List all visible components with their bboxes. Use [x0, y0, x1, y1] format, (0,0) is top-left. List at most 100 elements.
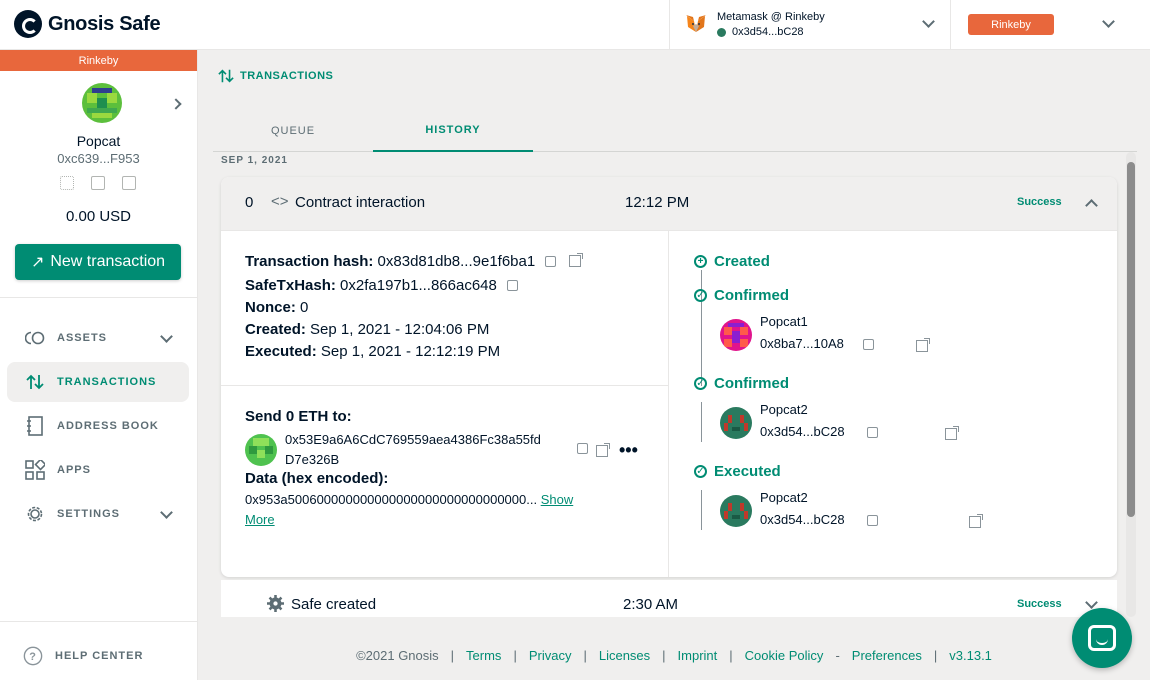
external-link-icon[interactable] [916, 338, 931, 352]
owner-avatar [720, 495, 752, 527]
external-link-icon[interactable] [568, 253, 583, 267]
sidebar-item-label: ASSETS [57, 332, 108, 344]
timeline-connector [701, 402, 702, 442]
separator: | [729, 648, 733, 663]
sidebar-item-address-book[interactable]: ADDRESS BOOK [7, 406, 189, 446]
sidebar-item-label: TRANSACTIONS [57, 376, 157, 388]
top-bar: Gnosis Safe Metamask @ Rinkeby 0x3d54...… [0, 0, 1150, 50]
external-link-icon[interactable] [122, 176, 136, 190]
separator: | [933, 648, 938, 663]
chevron-up-icon[interactable] [1085, 199, 1098, 212]
data-label: Data (hex encoded): [245, 470, 389, 487]
qr-code-icon[interactable] [60, 176, 74, 190]
scrollbar-thumb[interactable] [1127, 162, 1135, 517]
timeline-step-title: Executed [714, 463, 781, 480]
chevron-down-icon [160, 330, 173, 343]
recipient-address-line2: D7e326B [285, 452, 340, 467]
recipient-avatar [245, 434, 277, 466]
sidebar-item-label: SETTINGS [57, 508, 121, 520]
safe-name: Popcat [76, 133, 121, 149]
sidebar-item-assets[interactable]: ASSETS [7, 318, 189, 358]
transaction-summary-row[interactable]: 0 <> Contract interaction 12:12 PM Succe… [221, 177, 1117, 231]
copy-icon[interactable] [91, 176, 105, 190]
owner-name: Popcat1 [760, 314, 808, 329]
check-circle-icon: ✓ [694, 377, 707, 390]
owner-name: Popcat2 [760, 402, 808, 417]
chat-support-button[interactable] [1072, 608, 1132, 668]
tx-status: Success [1017, 196, 1062, 208]
copy-icon[interactable] [867, 427, 878, 438]
recipient-address-line1: 0x53E9a6A6CdC769559aea4386Fc38a55fd [285, 432, 541, 447]
copy-icon[interactable] [863, 339, 874, 350]
timeline-step-title: Confirmed [714, 375, 789, 392]
plus-circle-icon: + [694, 255, 707, 268]
footer-link-terms[interactable]: Terms [466, 648, 501, 663]
tab-bar: QUEUE HISTORY [213, 109, 1137, 152]
safe-avatar [82, 83, 122, 123]
column-divider [668, 231, 669, 577]
show-more-link[interactable]: Show [541, 492, 574, 507]
tx-type: Contract interaction [295, 194, 426, 211]
footer-link-preferences[interactable]: Preferences [852, 648, 922, 663]
copy-icon[interactable] [545, 256, 557, 267]
brand-logo[interactable]: Gnosis Safe [14, 10, 161, 38]
send-label: Send 0 ETH to: [245, 408, 352, 425]
timeline-connector [701, 490, 702, 530]
timeline-step-confirmed: ✓ Confirmed [694, 287, 789, 304]
footer-link-imprint[interactable]: Imprint [678, 648, 718, 663]
row-divider [221, 385, 668, 386]
copy-icon[interactable] [867, 515, 878, 526]
sidebar-item-label: APPS [57, 464, 91, 476]
check-circle-icon: ✓ [694, 465, 707, 478]
tx-nonce: 0 [245, 194, 254, 211]
recipient-address: 0x53E9a6A6CdC769559aea4386Fc38a55fd D7e3… [285, 430, 575, 470]
sidebar-item-transactions[interactable]: TRANSACTIONS [7, 362, 189, 402]
executed-row: Executed: Sep 1, 2021 - 12:12:19 PM [245, 341, 655, 363]
copy-icon[interactable] [577, 443, 588, 454]
footer-link-licenses[interactable]: Licenses [599, 648, 650, 663]
help-icon: ? [23, 646, 43, 666]
sidebar-item-apps[interactable]: APPS [7, 450, 189, 490]
show-more-link-tail[interactable]: More [245, 512, 275, 527]
tx-type: Safe created [291, 596, 377, 613]
footer-link-privacy[interactable]: Privacy [529, 648, 572, 663]
footer-link-cookie-policy[interactable]: Cookie Policy [745, 648, 824, 663]
sidebar-item-label: ADDRESS BOOK [57, 420, 159, 432]
divider [0, 621, 197, 622]
code-icon: <> [271, 193, 289, 210]
wallet-address: 0x3d54...bC28 [732, 26, 804, 38]
created-label: Created: [245, 321, 306, 338]
owner-avatar [720, 407, 752, 439]
network-badge[interactable]: Rinkeby [968, 14, 1054, 35]
external-link-icon[interactable] [944, 426, 959, 440]
tx-time: 12:12 PM [625, 194, 690, 211]
check-circle-icon: ✓ [694, 289, 707, 302]
new-transaction-button[interactable]: ↗ New transaction [15, 244, 181, 280]
date-group-label: SEP 1, 2021 [221, 155, 288, 166]
help-center-link[interactable]: ? HELP CENTER [7, 636, 189, 676]
external-link-icon[interactable] [969, 514, 984, 528]
tab-queue[interactable]: QUEUE [213, 109, 373, 152]
page-title-text: TRANSACTIONS [240, 70, 334, 82]
chevron-down-icon[interactable] [922, 15, 935, 28]
external-link-icon[interactable] [596, 443, 610, 457]
transactions-icon [218, 69, 234, 83]
timeline-step-title: Created [714, 253, 770, 270]
transaction-summary-row[interactable]: Safe created 2:30 AM Success [221, 580, 1117, 620]
copy-icon[interactable] [507, 280, 519, 291]
timeline-step-title: Confirmed [714, 287, 789, 304]
transaction-card-expanded: 0 <> Contract interaction 12:12 PM Succe… [221, 177, 1117, 577]
safe-balance: 0.00 USD [65, 208, 132, 225]
version-link[interactable]: v3.13.1 [949, 648, 992, 663]
more-options-icon[interactable]: ••• [619, 441, 638, 459]
wallet-selector[interactable]: Metamask @ Rinkeby 0x3d54...bC28 [669, 0, 951, 50]
chevron-right-icon[interactable] [170, 98, 182, 110]
help-center-label: HELP CENTER [55, 650, 144, 662]
chevron-down-icon[interactable] [1102, 15, 1115, 28]
chevron-down-icon[interactable] [1085, 596, 1098, 609]
tx-hash-row: Transaction hash: 0x83d81db8...9e1f6ba1 [245, 251, 655, 273]
nonce-row: Nonce: 0 [245, 297, 655, 319]
tab-history[interactable]: HISTORY [373, 109, 533, 152]
sidebar-item-settings[interactable]: SETTINGS [7, 494, 189, 534]
wallet-address-row: 0x3d54...bC28 [717, 26, 804, 38]
